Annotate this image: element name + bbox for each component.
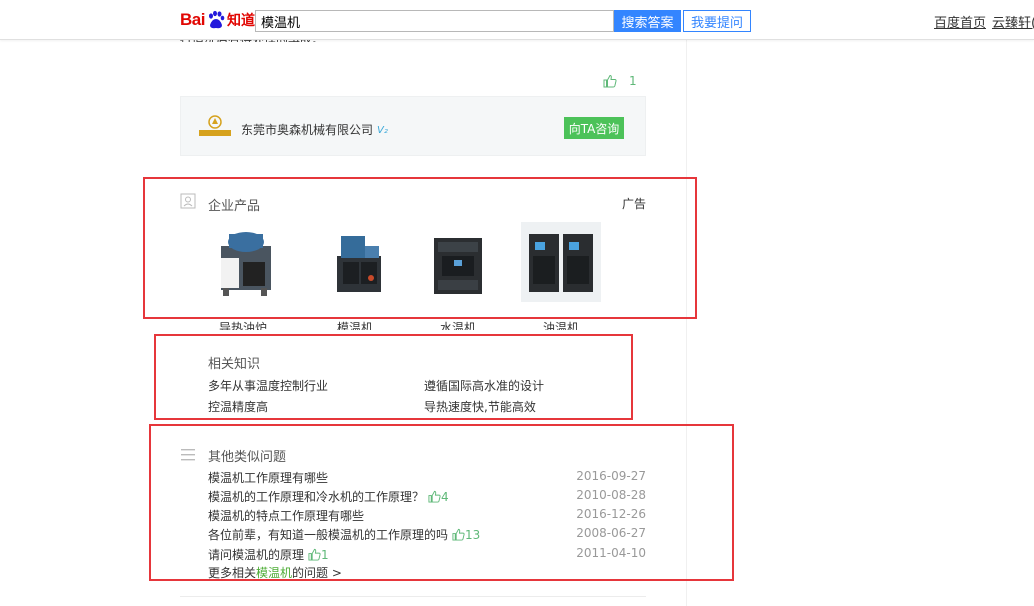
product-icon <box>180 193 196 209</box>
more-suffix: 的问题 > <box>292 566 342 580</box>
question-likes: 13 <box>452 528 480 542</box>
company-name[interactable]: 东莞市奥森机械有限公司 <box>241 121 373 138</box>
thumbs-up-icon[interactable] <box>603 74 617 88</box>
search-answer-button[interactable]: 搜索答案 <box>614 10 681 32</box>
question-date: 2010-08-28 <box>576 488 646 502</box>
product-caption[interactable]: 油温机 <box>516 320 606 330</box>
company-card: 东莞市奥森机械有限公司 V₂ 向TA咨询 <box>180 96 646 156</box>
product-image[interactable] <box>418 222 498 302</box>
answer-like-row[interactable]: 1 <box>603 74 637 88</box>
ad-label: 广告 <box>622 197 647 211</box>
question-likes: 4 <box>428 490 449 504</box>
consult-button[interactable]: 向TA咨询 <box>564 117 624 139</box>
similar-title: 其他类似问题 <box>208 450 287 465</box>
logo-bai-text: Bai <box>180 10 205 29</box>
top-bar: Bai 知道 搜索答案 我要提问 百度首页 云臻轩( <box>0 0 1034 40</box>
question-likes: 1 <box>308 548 329 562</box>
user-link[interactable]: 云臻轩( <box>992 12 1034 31</box>
product-card[interactable]: 模温机 <box>310 222 400 332</box>
question-date: 2016-12-26 <box>576 507 646 521</box>
product-caption[interactable]: 模温机 <box>310 320 400 330</box>
product-card[interactable]: 水温机 <box>413 222 503 332</box>
question-row[interactable]: 模温机的特点工作原理有哪些 2016-12-26 <box>208 506 646 525</box>
logo-zhidao-text: 知道 <box>226 13 255 29</box>
company-logo-icon <box>199 115 231 136</box>
question-row[interactable]: 模温机的工作原理和冷水机的工作原理？ 4 2010-08-28 <box>208 487 646 506</box>
product-image[interactable] <box>315 222 395 302</box>
divider <box>180 596 646 597</box>
question-link[interactable]: 模温机的工作原理和冷水机的工作原理？ <box>208 488 424 505</box>
question-row[interactable]: 请问模温机的原理 1 2011-04-10 <box>208 545 646 564</box>
product-card[interactable]: 油温机 <box>516 222 606 332</box>
product-caption[interactable]: 水温机 <box>413 320 503 330</box>
product-card[interactable]: 导热油炉 <box>198 222 288 332</box>
thumbs-up-icon <box>308 548 321 561</box>
knowledge-title: 相关知识 <box>208 357 261 372</box>
knowledge-item[interactable]: 控温精度高 <box>208 398 268 415</box>
question-link[interactable]: 模温机工作原理有哪些 <box>208 469 328 486</box>
page: Bai 知道 搜索答案 我要提问 百度首页 云臻轩( 行情况后有待处理的事故。 … <box>0 0 1034 606</box>
verified-badge: V₂ <box>377 125 388 136</box>
thumbs-up-icon <box>452 528 465 541</box>
products-title: 企业产品 <box>208 199 261 214</box>
question-row[interactable]: 各位前辈，有知道一般模温机的工作原理的吗 13 2008-06-27 <box>208 525 646 544</box>
product-image[interactable] <box>521 222 601 302</box>
product-caption[interactable]: 导热油炉 <box>198 320 288 330</box>
paw-icon <box>208 10 225 29</box>
question-link[interactable]: 请问模温机的原理 <box>208 546 304 563</box>
question-date: 2016-09-27 <box>576 469 646 483</box>
knowledge-item[interactable]: 导热速度快,节能高效 <box>424 398 536 415</box>
knowledge-item[interactable]: 遵循国际高水准的设计 <box>424 377 544 394</box>
question-link[interactable]: 模温机的特点工作原理有哪些 <box>208 507 364 524</box>
more-questions-link[interactable]: 更多相关模温机的问题 > <box>208 564 342 581</box>
question-like-count: 1 <box>321 547 329 562</box>
question-date: 2011-04-10 <box>576 546 646 560</box>
question-like-count: 13 <box>465 527 481 542</box>
question-date: 2008-06-27 <box>576 526 646 540</box>
knowledge-item[interactable]: 多年从事温度控制行业 <box>208 377 328 394</box>
thumbs-up-icon <box>428 490 441 503</box>
like-count: 1 <box>629 74 637 88</box>
ask-question-button[interactable]: 我要提问 <box>683 10 751 32</box>
list-icon <box>181 449 195 461</box>
question-row[interactable]: 模温机工作原理有哪些 2016-09-27 <box>208 468 646 487</box>
question-like-count: 4 <box>441 489 449 504</box>
product-image[interactable] <box>203 222 283 302</box>
company-logo <box>198 114 232 138</box>
more-prefix: 更多相关 <box>208 566 257 580</box>
baidu-home-link[interactable]: 百度首页 <box>934 12 986 31</box>
search-input[interactable] <box>255 10 614 32</box>
more-keyword[interactable]: 模温机 <box>256 566 292 580</box>
question-link[interactable]: 各位前辈，有知道一般模温机的工作原理的吗 <box>208 526 448 543</box>
baidu-zhidao-logo[interactable]: Bai 知道 <box>180 7 255 33</box>
